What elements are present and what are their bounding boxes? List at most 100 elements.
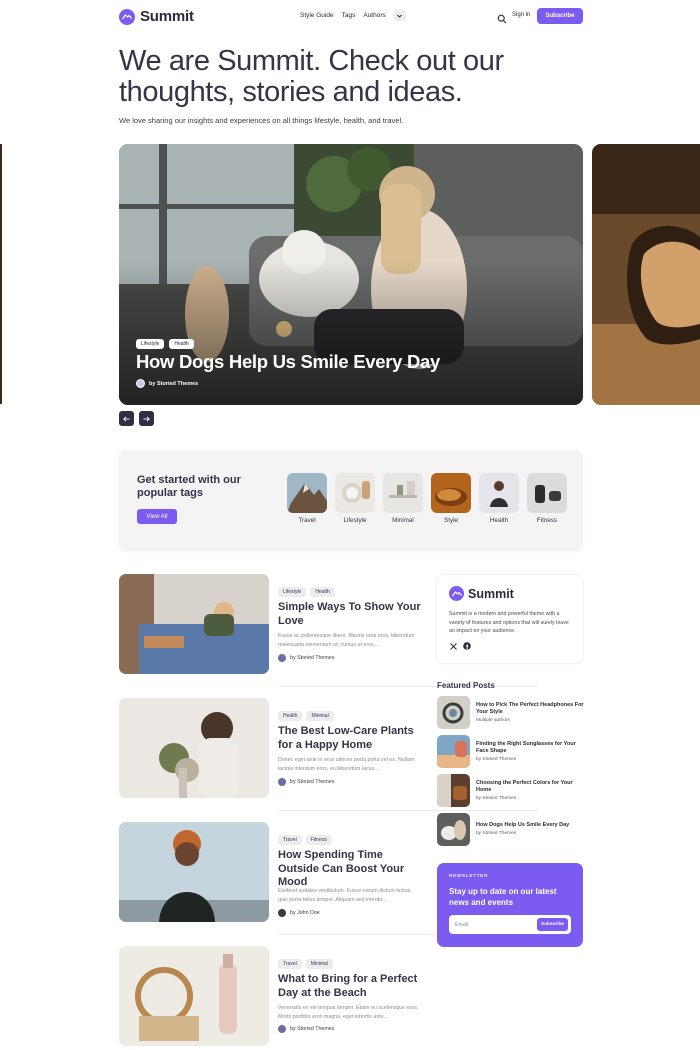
post-image [119, 574, 269, 674]
post-image [119, 822, 269, 922]
tag-image [335, 473, 375, 513]
nav-authors[interactable]: Authors [363, 12, 385, 19]
featured-post-item[interactable]: Choosing the Perfect Colors for Your Hom… [437, 774, 587, 807]
tag-label: Minimal [392, 517, 414, 524]
post-thumbnail[interactable] [119, 698, 269, 798]
post-tag[interactable]: Travel [278, 835, 302, 845]
arrow-right-icon [143, 415, 150, 422]
newsletter-subscribe-button[interactable]: Subscribe [537, 918, 568, 931]
post-thumbnail[interactable] [119, 574, 269, 674]
popular-tags-panel: Get started with our popular tags View A… [119, 450, 583, 550]
chevron-down-icon [397, 14, 403, 18]
x-icon[interactable] [449, 642, 457, 650]
post-author-name[interactable]: by Storied Themes [290, 779, 334, 785]
featured-post-title[interactable]: Finding the Right Sunglasses for Your Fa… [476, 741, 586, 755]
tag-card-minimal[interactable]: Minimal [383, 473, 423, 524]
tag-label: Health [489, 517, 509, 524]
featured-post-image [437, 813, 470, 846]
slider-next-button[interactable] [139, 411, 154, 426]
nav-tags[interactable]: Tags [342, 12, 356, 19]
nav-style-guide[interactable]: Style Guide [300, 12, 334, 19]
featured-post-author: by Storied Themes [476, 831, 517, 836]
newsletter-email-input[interactable] [452, 918, 532, 931]
slider-prev-button[interactable] [119, 411, 134, 426]
post-tag[interactable]: Minimal [305, 959, 333, 969]
search-icon[interactable] [497, 11, 507, 24]
featured-post-title[interactable]: How to Pick The Perfect Headphones For Y… [476, 702, 586, 716]
post-title[interactable]: What to Bring for a Perfect Day at the B… [278, 973, 423, 1000]
post-divider [278, 686, 539, 687]
facebook-icon[interactable] [463, 642, 471, 650]
post-tag[interactable]: Health [278, 711, 303, 721]
featured-post-title[interactable]: How Dogs Help Us Smile Every Day [476, 822, 586, 829]
previous-slide-peek[interactable] [0, 144, 2, 404]
tag-card-health[interactable]: Health [479, 473, 519, 524]
featured-post-author: by Storied Themes [476, 757, 517, 762]
tag-image [479, 473, 519, 513]
tag-label: Lifestyle [343, 517, 367, 524]
post-author-name[interactable]: by John Doe [290, 910, 320, 916]
post-tag[interactable]: Health [310, 587, 335, 597]
avatar [278, 778, 286, 786]
featured-post-item[interactable]: Finding the Right Sunglasses for Your Fa… [437, 735, 587, 768]
avatar [278, 654, 286, 662]
logo-text: Summit [140, 8, 194, 25]
tag-label: Fitness [536, 517, 558, 524]
slide-author-name[interactable]: by Storied Themes [149, 381, 198, 387]
newsletter-heading: Stay up to date on our latest news and e… [449, 887, 557, 907]
featured-slide[interactable]: Lifestyle Health How Dogs Help Us Smile … [119, 144, 583, 405]
about-logo[interactable]: Summit [449, 586, 514, 601]
slide-tag[interactable]: Lifestyle [136, 339, 165, 349]
post-tag[interactable]: Travel [278, 959, 302, 969]
slide-title[interactable]: How Dogs Help Us Smile Every Day [136, 351, 440, 373]
newsletter-label: NEWSLETTER [449, 874, 489, 879]
hero-title: We are Summit. Check out our thoughts, s… [119, 45, 504, 108]
tag-card-fitness[interactable]: Fitness [527, 473, 567, 524]
tag-image [383, 473, 423, 513]
post-tags: Lifestyle Health [278, 587, 335, 597]
view-all-tags-button[interactable]: View All [137, 509, 177, 524]
popular-tags-heading: Get started with our popular tags [137, 474, 241, 499]
tag-image [527, 473, 567, 513]
nav-more-button[interactable] [393, 10, 406, 21]
tag-card-lifestyle[interactable]: Lifestyle [335, 473, 375, 524]
post-image [119, 698, 269, 798]
sign-in-link[interactable]: Sign in [512, 12, 530, 18]
post-title[interactable]: Simple Ways To Show Your Love [278, 601, 423, 628]
featured-post-item[interactable]: How to Pick The Perfect Headphones For Y… [437, 696, 587, 729]
logo-mountain-icon [449, 586, 464, 601]
post-author-name[interactable]: by Storied Themes [290, 655, 334, 661]
featured-post-item[interactable]: How Dogs Help Us Smile Every Day by Stor… [437, 813, 587, 846]
post-author: by John Doe [278, 909, 320, 917]
post-title[interactable]: The Best Low-Care Plants for a Happy Hom… [278, 725, 423, 752]
post-tag[interactable]: Fitness [305, 835, 332, 845]
slide-author: by Storied Themes [136, 379, 198, 388]
about-card: Summit Summit is a modern and powerful t… [437, 575, 583, 663]
post-card: Lifestyle Health Simple Ways To Show You… [119, 574, 421, 684]
newsletter-card: NEWSLETTER Stay up to date on our latest… [437, 863, 583, 947]
featured-post-title[interactable]: Choosing the Perfect Colors for Your Hom… [476, 780, 586, 794]
post-tags: Travel Fitness [278, 835, 332, 845]
tag-image [431, 473, 471, 513]
logo-mountain-icon [119, 8, 135, 25]
next-slide-peek[interactable] [592, 144, 700, 405]
post-thumbnail[interactable] [119, 946, 269, 1046]
post-thumbnail[interactable] [119, 822, 269, 922]
featured-post-image [437, 735, 470, 768]
slide-tags: Lifestyle Health [136, 339, 194, 349]
subscribe-button[interactable]: Subscribe [537, 8, 583, 24]
featured-post-author: Multiple authors [476, 718, 510, 723]
post-author: by Storied Themes [278, 654, 334, 662]
tag-label: Travel [298, 517, 316, 524]
site-logo[interactable]: Summit [119, 8, 194, 25]
slide-tag[interactable]: Health [169, 339, 194, 349]
post-tag[interactable]: Minimal [306, 711, 334, 721]
post-image [119, 946, 269, 1046]
post-tag[interactable]: Lifestyle [278, 587, 307, 597]
tag-card-travel[interactable]: Travel [287, 473, 327, 524]
post-card: Travel Minimal What to Bring for a Perfe… [119, 946, 421, 1046]
post-title[interactable]: How Spending Time Outside Can Boost Your… [278, 849, 423, 890]
tag-card-style[interactable]: Style [431, 473, 471, 524]
post-author-name[interactable]: by Storied Themes [290, 1026, 334, 1032]
featured-posts-heading: Featured Posts [437, 681, 495, 690]
